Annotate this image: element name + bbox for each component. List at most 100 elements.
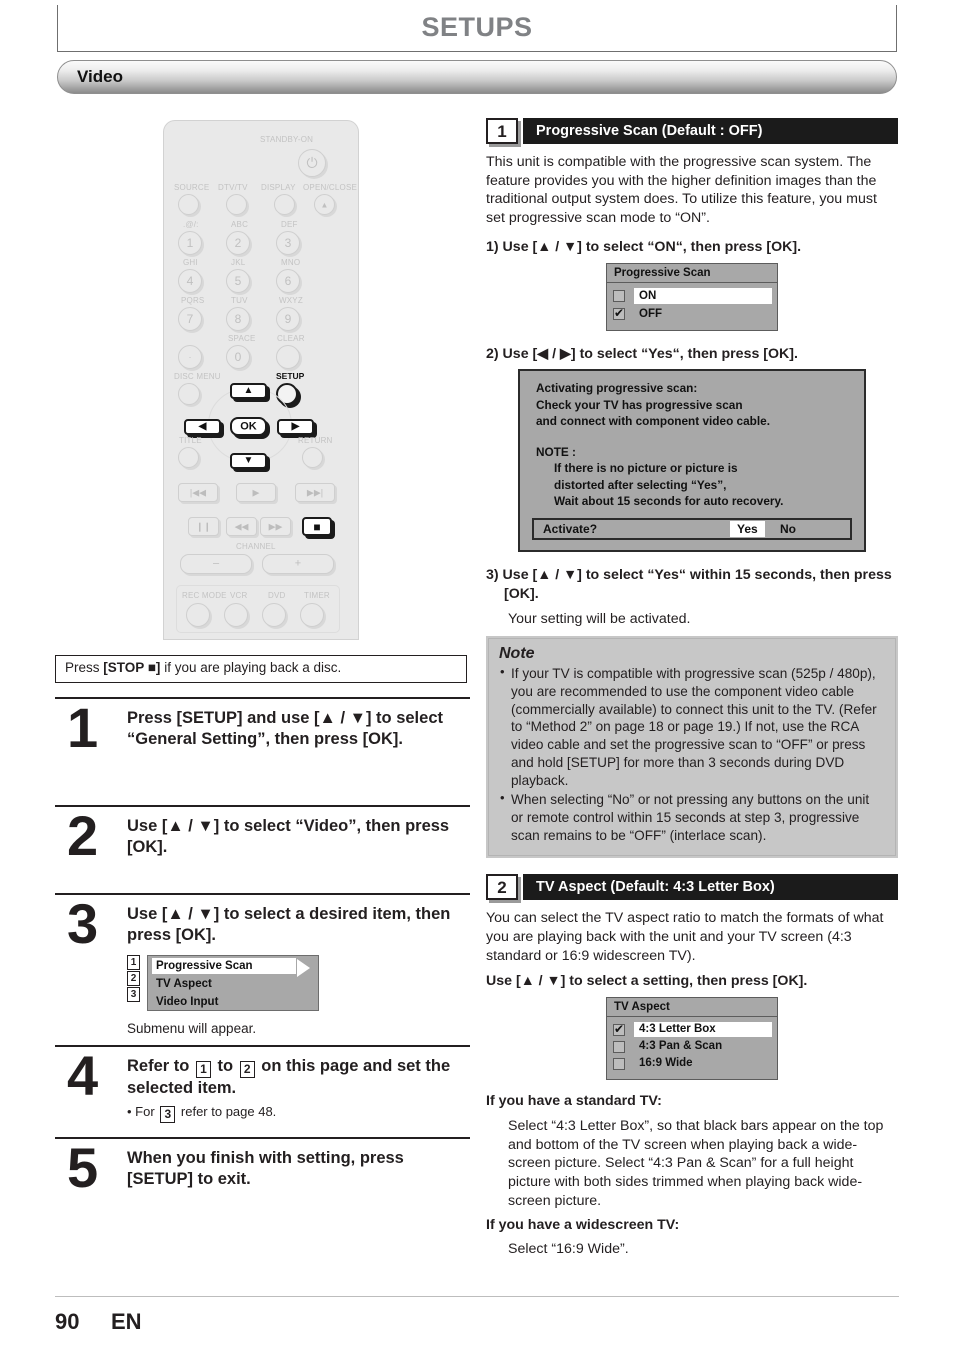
step-4-text-b: to [212,1056,238,1075]
tv-aspect-option-letterbox[interactable]: 4:3 Letter Box [613,1022,772,1038]
tv-aspect-option-wide[interactable]: 16:9 Wide [613,1056,772,1072]
step-5: 5 When you finish with setting, press [S… [55,1136,470,1227]
key1-sublabel: .@/: [183,220,199,229]
play-icon: ▶ [252,487,260,497]
right-button[interactable]: ▶ [277,419,314,435]
standard-tv-heading: If you have a standard TV: [486,1093,662,1110]
note-box: Note If your TV is compatible with progr… [486,636,898,859]
channel-up-button[interactable]: + [262,554,334,574]
key-dot[interactable]: · [178,345,202,369]
title-button[interactable] [178,447,199,468]
checkbox-wide-icon[interactable] [613,1058,625,1071]
video-submenu-osd: 1 2 3 Progressive Scan TV Aspect Video I… [127,954,470,1013]
activate-line-3: and connect with component video cable. [536,413,771,428]
minus-icon: – [212,557,220,570]
openclose-button[interactable]: ▲ [314,194,335,215]
rewind-button[interactable]: ◀◀ [226,517,257,536]
dvd-button[interactable] [262,603,286,627]
tv-aspect-option-panscan[interactable]: 4:3 Pan & Scan [613,1039,772,1055]
key-4[interactable]: 4 [178,269,202,293]
checkbox-off-icon[interactable] [613,306,625,320]
remote-label-openclose: OPEN/CLOSE [303,183,358,192]
note-bullet-2: When selecting “No” or not pressing any … [499,790,885,844]
standard-tv-body: Select “4:3 Letter Box”, so that black b… [508,1117,884,1209]
next-button[interactable]: ▶▶| [295,483,335,502]
stop-button[interactable]: ■ [302,517,332,536]
key6-sublabel: MNO [281,258,301,267]
vcr-button[interactable] [224,603,248,627]
step-4-text: Refer to 1 to 2 on this page and set the… [127,1056,470,1099]
progressive-scan-osd-header: Progressive Scan [607,264,777,283]
disc-menu-button[interactable] [178,383,200,405]
return-button[interactable] [302,447,323,468]
timer-button[interactable] [300,603,324,627]
language-code: EN [110,1309,142,1334]
submenu-item-video-input[interactable]: Video Input [152,994,314,1010]
progressive-scan-option-off[interactable]: OFF [613,306,772,323]
tv-aspect-osd: TV Aspect 4:3 Letter Box 4:3 Pan & Scan … [606,997,778,1081]
key-6[interactable]: 6 [276,269,300,293]
activate-yes-button[interactable]: Yes [730,521,765,538]
source-button[interactable] [178,194,199,215]
key-3[interactable]: 3 [276,231,300,255]
key-0[interactable]: 0 [226,345,250,369]
submenu-chip-3: 3 [127,986,140,1002]
remote-label-channel: CHANNEL [236,542,276,551]
section-1-step-1: 1) Use [▲ / ▼] to select “ON“, then pres… [486,238,802,255]
fastforward-button[interactable]: ▶▶ [260,517,291,536]
remote-label-timer: TIMER [304,591,330,600]
activate-no-button[interactable]: No [780,521,796,537]
down-button[interactable]: ▼ [230,453,267,469]
ok-button[interactable]: OK [230,417,267,436]
checkbox-letterbox-icon[interactable] [613,1022,625,1037]
remote-label-setup: SETUP [276,371,305,381]
section-2-number: 2 [486,874,518,901]
play-button[interactable]: ▶ [236,483,276,502]
submenu-item-progressive-scan[interactable]: Progressive Scan [152,957,296,974]
eject-icon: ▲ [320,200,329,209]
pause-button[interactable]: ❙❙ [188,517,219,536]
stop-note-suffix: if you are playing back a disc. [160,660,342,675]
checkbox-on-icon[interactable] [613,289,625,302]
submenu-right-arrow-icon [297,958,310,977]
remote-label-standby: STANDBY-ON [260,135,314,144]
section-2-header: 2 TV Aspect (Default: 4:3 Letter Box) [486,874,898,902]
step-4-bullet-chip: 3 [160,1105,176,1123]
previous-button[interactable]: |◀◀ [178,483,218,502]
display-button[interactable] [274,194,295,215]
step-4-bullet-a: • For [127,1103,159,1119]
remote-label-dvd: DVD [268,591,286,600]
step-5-text: When you finish with setting, press [SET… [127,1148,404,1188]
section-1-step-3-note: Your setting will be activated. [508,610,691,627]
key-1[interactable]: 1 [178,231,202,255]
activate-note-3: Wait about 15 seconds for auto recovery. [554,494,784,508]
section-1-step-2: 2) Use [◀ / ▶] to select “Yes“, then pre… [486,345,798,362]
manual-page: SETUPS Video STANDBY-ON ⏻ SOURCE DTV/TV … [0,0,954,1353]
key9-sublabel: WXYZ [279,296,303,305]
step-1-number: 1 [67,696,99,759]
step-2-text: Use [▲ / ▼] to select “Video”, then pres… [127,817,450,856]
channel-down-button[interactable]: – [180,554,252,574]
key-2[interactable]: 2 [226,231,250,255]
section-2-use-line: Use [▲ / ▼] to select a setting, then pr… [486,973,808,990]
key-4-label: 4 [186,274,194,288]
key-8[interactable]: 8 [226,307,250,331]
rec-mode-button[interactable] [186,603,210,627]
key-7[interactable]: 7 [178,307,202,331]
power-button[interactable]: ⏻ [298,149,326,177]
remote-body: STANDBY-ON ⏻ SOURCE DTV/TV DISPLAY OPEN/… [163,120,359,640]
checkbox-panscan-icon[interactable] [613,1041,625,1054]
power-icon: ⏻ [306,154,318,171]
stop-note-box: Press [STOP ■] if you are playing back a… [55,655,467,683]
activate-dialog-osd: Activating progressive scan: Check your … [518,369,866,553]
step-4-chip-a: 1 [195,1060,211,1078]
left-button[interactable]: ◀ [184,419,221,435]
submenu-item-tv-aspect[interactable]: TV Aspect [152,976,314,992]
key-clear[interactable] [276,345,300,369]
dtvtv-button[interactable] [226,194,247,215]
key-9[interactable]: 9 [276,307,300,331]
step-3: 3 Use [▲ / ▼] to select a desired item, … [55,893,470,1045]
progressive-scan-option-on[interactable]: ON [613,287,772,305]
up-button[interactable]: ▲ [230,383,267,399]
key-5[interactable]: 5 [226,269,250,293]
